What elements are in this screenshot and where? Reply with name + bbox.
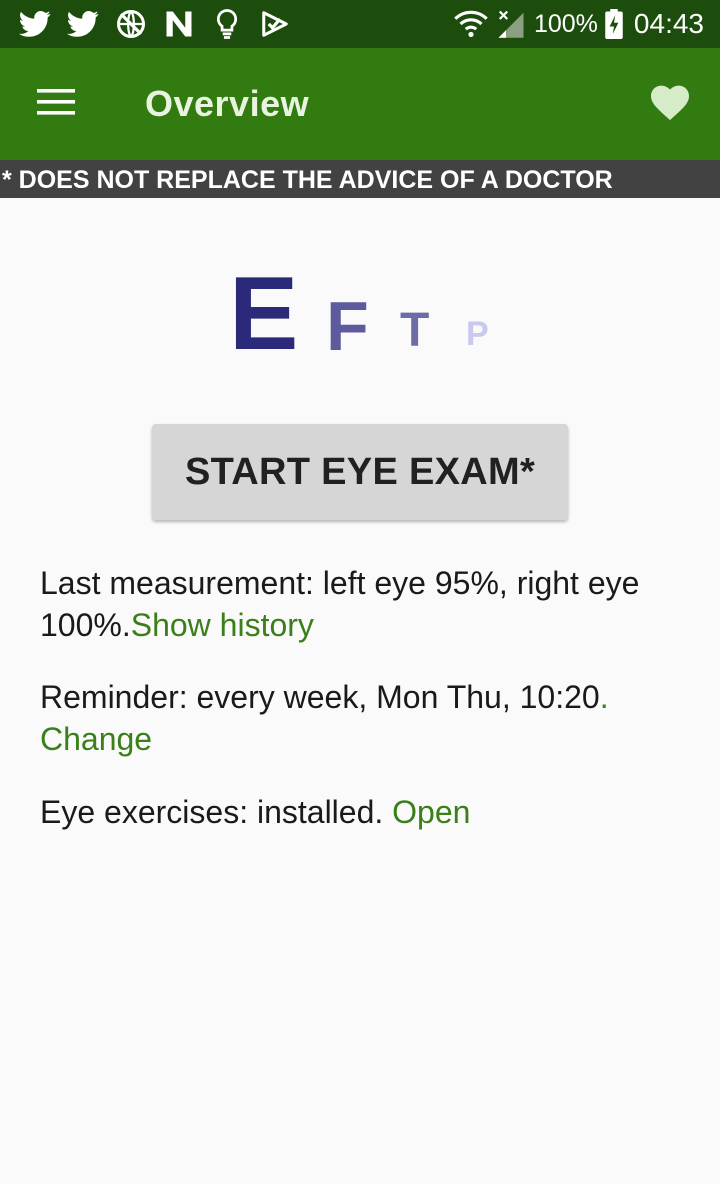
hamburger-menu-icon — [37, 88, 75, 120]
show-history-link[interactable]: Show history — [131, 607, 314, 643]
system-status: 100% 04:43 — [454, 0, 704, 48]
wifi-icon — [454, 8, 488, 40]
reminder-link-dot: . — [599, 679, 609, 715]
eye-exercises-text: Eye exercises: installed. — [40, 794, 393, 830]
clock: 04:43 — [633, 8, 704, 39]
notification-icons — [18, 8, 292, 40]
open-exercises-link[interactable]: Open — [392, 794, 470, 830]
status-bar: 100% 04:43 — [0, 0, 720, 48]
eye-chart-letter: P — [466, 315, 489, 353]
last-measurement-info: Last measurement: left eye 95%, right ey… — [40, 562, 720, 646]
disclaimer-banner: * DOES NOT REPLACE THE ADVICE OF A DOCTO… — [0, 160, 720, 198]
app-bar: Overview — [0, 48, 720, 160]
battery-percent: 100% — [533, 9, 598, 38]
eye-chart-letter: F — [326, 287, 369, 365]
eye-chart-letter: E — [229, 256, 299, 372]
eye-exercises-info: Eye exercises: installed. Open — [40, 791, 720, 833]
n-app-icon — [162, 8, 196, 40]
menu-button[interactable] — [20, 68, 92, 140]
battery-charging-icon — [604, 8, 624, 40]
change-reminder-link[interactable]: Change — [40, 721, 152, 757]
heart-icon — [649, 83, 691, 126]
disclaimer-text: * DOES NOT REPLACE THE ADVICE OF A DOCTO… — [2, 166, 613, 194]
eye-chart-letter: T — [400, 304, 430, 357]
twitter-icon — [18, 8, 52, 40]
lightbulb-icon — [210, 8, 244, 40]
twitter-icon — [66, 8, 100, 40]
favorite-button[interactable] — [634, 68, 706, 140]
no-globe-icon — [114, 8, 148, 40]
check-badge-icon — [258, 8, 292, 40]
page-title: Overview — [145, 83, 310, 124]
start-eye-exam-button[interactable]: START EYE EXAM* — [152, 424, 568, 520]
reminder-info: Reminder: every week, Mon Thu, 10:20. Ch… — [40, 676, 720, 760]
reminder-text: Reminder: every week, Mon Thu, 10:20 — [40, 679, 600, 715]
cell-signal-icon — [494, 8, 528, 40]
